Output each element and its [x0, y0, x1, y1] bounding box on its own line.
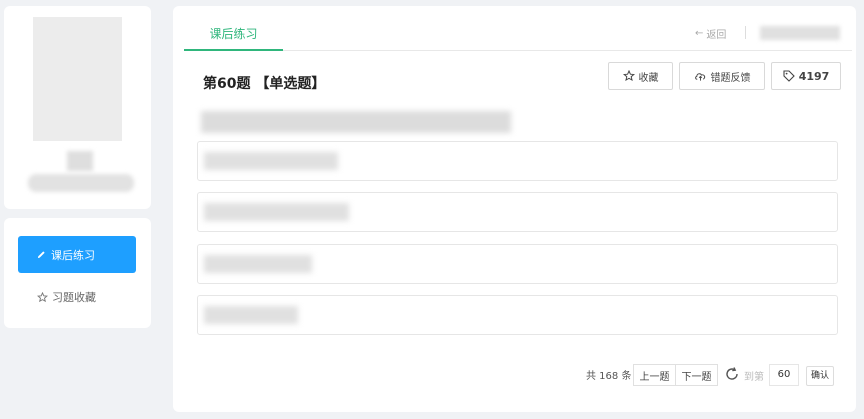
back-link[interactable]: ← 返回	[695, 26, 726, 41]
refresh-icon[interactable]	[724, 366, 740, 382]
answer-option[interactable]	[197, 244, 838, 284]
sidebar-item-label: 课后练习	[51, 248, 95, 262]
option-text-blurred	[204, 306, 298, 324]
goto-label: 到第	[744, 372, 764, 383]
arrow-left-icon: ←	[695, 28, 704, 39]
pencil-icon	[37, 251, 45, 259]
tab-bar: 课后练习 ← 返回	[184, 20, 852, 51]
question-text-blurred	[201, 111, 511, 133]
answer-option[interactable]	[197, 192, 838, 232]
user-name-blurred	[67, 151, 93, 171]
page-input[interactable]: 60	[769, 364, 799, 386]
sidebar-nav: 课后练习 习题收藏	[4, 218, 151, 328]
tag-icon	[783, 70, 795, 82]
cloud-upload-icon	[694, 73, 705, 81]
sidebar-item-exercises[interactable]: 课后练习	[18, 236, 136, 273]
question-title: 第60题 【单选题】	[203, 76, 326, 92]
sidebar-item-label: 习题收藏	[52, 291, 96, 304]
user-blurred	[760, 26, 840, 40]
user-info-blurred	[28, 174, 134, 192]
star-icon	[622, 70, 635, 82]
favorite-button[interactable]: 收藏	[608, 62, 673, 90]
divider	[745, 26, 746, 39]
report-error-button[interactable]: 错题反馈	[679, 62, 765, 90]
confirm-button[interactable]: 确认	[806, 366, 834, 386]
option-text-blurred	[204, 255, 312, 273]
total-count: 共 168 条	[586, 370, 632, 382]
next-question-button[interactable]: 下一题	[675, 364, 718, 386]
avatar	[33, 17, 122, 141]
answer-option[interactable]	[197, 141, 838, 181]
prev-question-button[interactable]: 上一题	[633, 364, 676, 386]
profile-card	[4, 6, 151, 209]
option-text-blurred	[204, 152, 338, 170]
tag-button[interactable]: 4197	[771, 62, 841, 90]
star-icon	[37, 291, 48, 302]
option-text-blurred	[204, 203, 349, 221]
tab-exercises[interactable]: 课后练习	[184, 20, 283, 51]
main-panel: 课后练习 ← 返回 第60题 【单选题】 收藏 错题反馈 4197 共 168 …	[173, 6, 856, 412]
answer-option[interactable]	[197, 295, 838, 335]
sidebar-item-favorites[interactable]: 习题收藏	[18, 284, 136, 310]
